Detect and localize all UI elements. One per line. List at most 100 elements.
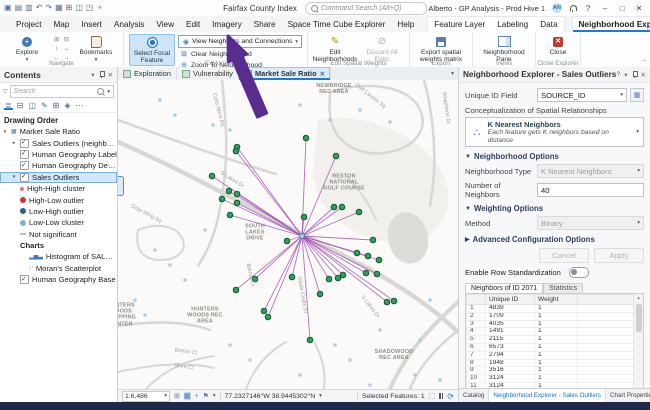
list-by-snapping-icon[interactable]: ⊞ [52, 101, 61, 110]
field-list-icon[interactable]: ▦ [630, 88, 644, 102]
pin-icon[interactable] [99, 71, 104, 78]
minimize-button[interactable]: – [600, 4, 610, 13]
neighbor-dot[interactable] [284, 238, 290, 244]
map-view-tab[interactable]: Market Sale Ratio ✕ [239, 67, 331, 80]
neighbors-tab[interactable]: Neighbors of ID 2071 [465, 283, 543, 293]
expander-icon[interactable]: ▸ [11, 140, 17, 146]
neighbor-dot[interactable] [234, 200, 240, 206]
neighbor-dot[interactable] [363, 270, 369, 276]
layer-visibility-checkbox[interactable] [20, 150, 29, 159]
number-of-neighbors-input[interactable]: 40 [537, 183, 644, 197]
chevron-down-icon[interactable]: ▾ [319, 393, 322, 399]
ribbon-tab[interactable]: Share [248, 16, 282, 32]
unique-id-dropdown[interactable]: SOURCE_ID▾ [537, 88, 627, 102]
table-row[interactable]: 1031241 [467, 375, 634, 383]
neighbor-dot[interactable] [356, 209, 362, 215]
neighbor-dot[interactable] [354, 250, 360, 256]
undo-icon[interactable]: ↶ [36, 4, 43, 12]
grid-toggle-icon[interactable]: ▦ [184, 392, 191, 400]
export-spatial-weights-button[interactable]: Export spatial weights matrix [415, 34, 467, 64]
close-window-button[interactable]: ✕ [634, 4, 644, 13]
ribbon-tab[interactable]: Help [391, 16, 420, 32]
layer-visibility-checkbox[interactable] [20, 275, 29, 284]
contents-tree-item[interactable]: ▸ Sales Outliers (neighborhood) [0, 137, 117, 148]
table-row[interactable]: 217091 [467, 312, 634, 320]
maximize-button[interactable]: □ [617, 4, 627, 13]
refresh-icon[interactable]: ⟳ [447, 392, 454, 401]
selected-features-count[interactable]: Selected Features: 1 [362, 393, 425, 400]
view-neighbors-dropdown[interactable]: ◉ View Neighbors and Connections ▾ [178, 35, 302, 48]
list-by-labeling-icon[interactable]: ◈ [63, 101, 71, 110]
close-pane-icon[interactable]: ✕ [108, 71, 113, 79]
filter-icon[interactable]: ▽ [3, 88, 8, 95]
discard-all-edits-button[interactable]: ⊘ Discard All Edits [360, 34, 404, 64]
neighbor-dot[interactable] [384, 299, 390, 305]
list-by-data-source-icon[interactable]: ⊟ [16, 101, 25, 110]
add-bookmark-icon[interactable]: ⊞ [174, 392, 180, 400]
focal-feature-dot[interactable] [300, 234, 305, 239]
neighbor-dot[interactable] [227, 212, 233, 218]
neighborhood-type-dropdown[interactable]: K Nearest Neighbors▾ [537, 164, 644, 178]
neighbor-dot[interactable] [301, 214, 307, 220]
table-row[interactable]: 727941 [467, 351, 634, 359]
neighbor-dot[interactable] [331, 204, 337, 210]
weighting-options-section[interactable]: ▼ Weighting Options [465, 204, 644, 213]
neighbor-dot[interactable] [219, 196, 225, 202]
neighbor-dot[interactable] [261, 308, 267, 314]
neighbor-dot[interactable] [289, 274, 295, 280]
ribbon-tab[interactable]: Data [534, 16, 564, 32]
ribbon-tab[interactable]: Space Time Cube Explorer [282, 16, 392, 32]
contents-tree-item[interactable]: Charts [0, 240, 117, 251]
contents-search-input[interactable]: Search ▾ [10, 85, 114, 98]
ribbon-tab[interactable]: Imagery [206, 16, 248, 32]
contents-tree-item[interactable]: Not significant [0, 229, 117, 240]
apply-button[interactable]: Apply [594, 248, 644, 263]
contents-tree-item[interactable]: ∵ Moran's Scatterplot [0, 263, 117, 274]
ribbon-tab[interactable]: Project [10, 16, 47, 32]
neighbor-dot[interactable] [226, 188, 232, 194]
neighbor-dot[interactable] [209, 173, 215, 179]
table-row[interactable]: 935161 [467, 367, 634, 375]
scroll-up-icon[interactable]: ▴ [634, 295, 643, 301]
neighbor-dot[interactable] [307, 337, 313, 343]
neighborhood-pane-button[interactable]: Neighborhood Pane [478, 34, 530, 64]
neighbor-dot[interactable] [233, 148, 239, 154]
coordinates-readout[interactable]: 77.2327146°W 38.9445302°N [225, 393, 315, 400]
layer-visibility-checkbox[interactable] [20, 173, 29, 182]
contents-tree-item[interactable]: High-Low outlier [0, 194, 117, 205]
neighbor-dot[interactable] [333, 153, 339, 159]
map-canvas[interactable]: NEWBRIDGE REC AREAGolf Course SqSoapston… [118, 80, 458, 389]
crosshair-icon[interactable]: + [195, 393, 199, 400]
contents-tree-item[interactable]: Low-Low cluster [0, 217, 117, 228]
pause-drawing-icon[interactable] [439, 393, 443, 399]
table-row[interactable]: 414911 [467, 328, 634, 336]
ribbon-tab[interactable]: Feature Layer [427, 16, 491, 32]
neighbor-dot[interactable] [370, 237, 376, 243]
select-focal-feature-button[interactable]: Select Focal Feature [129, 34, 175, 66]
open-project-icon[interactable]: ▤ [15, 4, 23, 12]
help-icon[interactable]: ? [617, 71, 621, 78]
expander-icon[interactable]: ▾ [2, 129, 8, 135]
pin-icon[interactable]: ⚬ [96, 4, 103, 12]
add-data-icon[interactable]: ⊞ [66, 4, 73, 12]
ribbon-tab[interactable]: Insert [75, 16, 107, 32]
list-by-selection-icon[interactable]: ◫ [27, 101, 37, 110]
save-project-icon[interactable]: ▥ [25, 4, 33, 12]
neighbor-dot[interactable] [265, 314, 271, 320]
row-standardization-toggle[interactable] [569, 267, 589, 278]
layer-visibility-checkbox[interactable] [20, 161, 29, 170]
close-pane-icon[interactable]: ✕ [641, 71, 646, 79]
bookmarks-button[interactable]: Bookmarks▾ [74, 34, 118, 63]
edit-neighborhoods-button[interactable]: ✎ Edit Neighborhoods [313, 34, 357, 64]
pane-bottom-tab[interactable]: Chart Properties [606, 389, 650, 402]
more-options-icon[interactable]: ⋯ [75, 101, 85, 110]
contents-tree-item[interactable]: ▾ Sales Outliers [0, 172, 117, 183]
toolbox-icon[interactable]: ◫ [75, 4, 83, 12]
explore-button[interactable]: + Explore▾ [5, 34, 49, 63]
contents-tree-item[interactable]: ▾ ▦ Market Sale Ratio [0, 126, 117, 137]
chevron-down-icon[interactable]: ▾ [91, 71, 94, 79]
expander-icon[interactable]: ▾ [11, 174, 17, 180]
advanced-configuration-section[interactable]: ▶ Advanced Configuration Options [465, 235, 644, 244]
navigate-mini-tools[interactable]: ⊞⊟↕↔←→ [52, 34, 71, 62]
map-view-tab[interactable]: Vulnerability ✕ [177, 67, 239, 80]
